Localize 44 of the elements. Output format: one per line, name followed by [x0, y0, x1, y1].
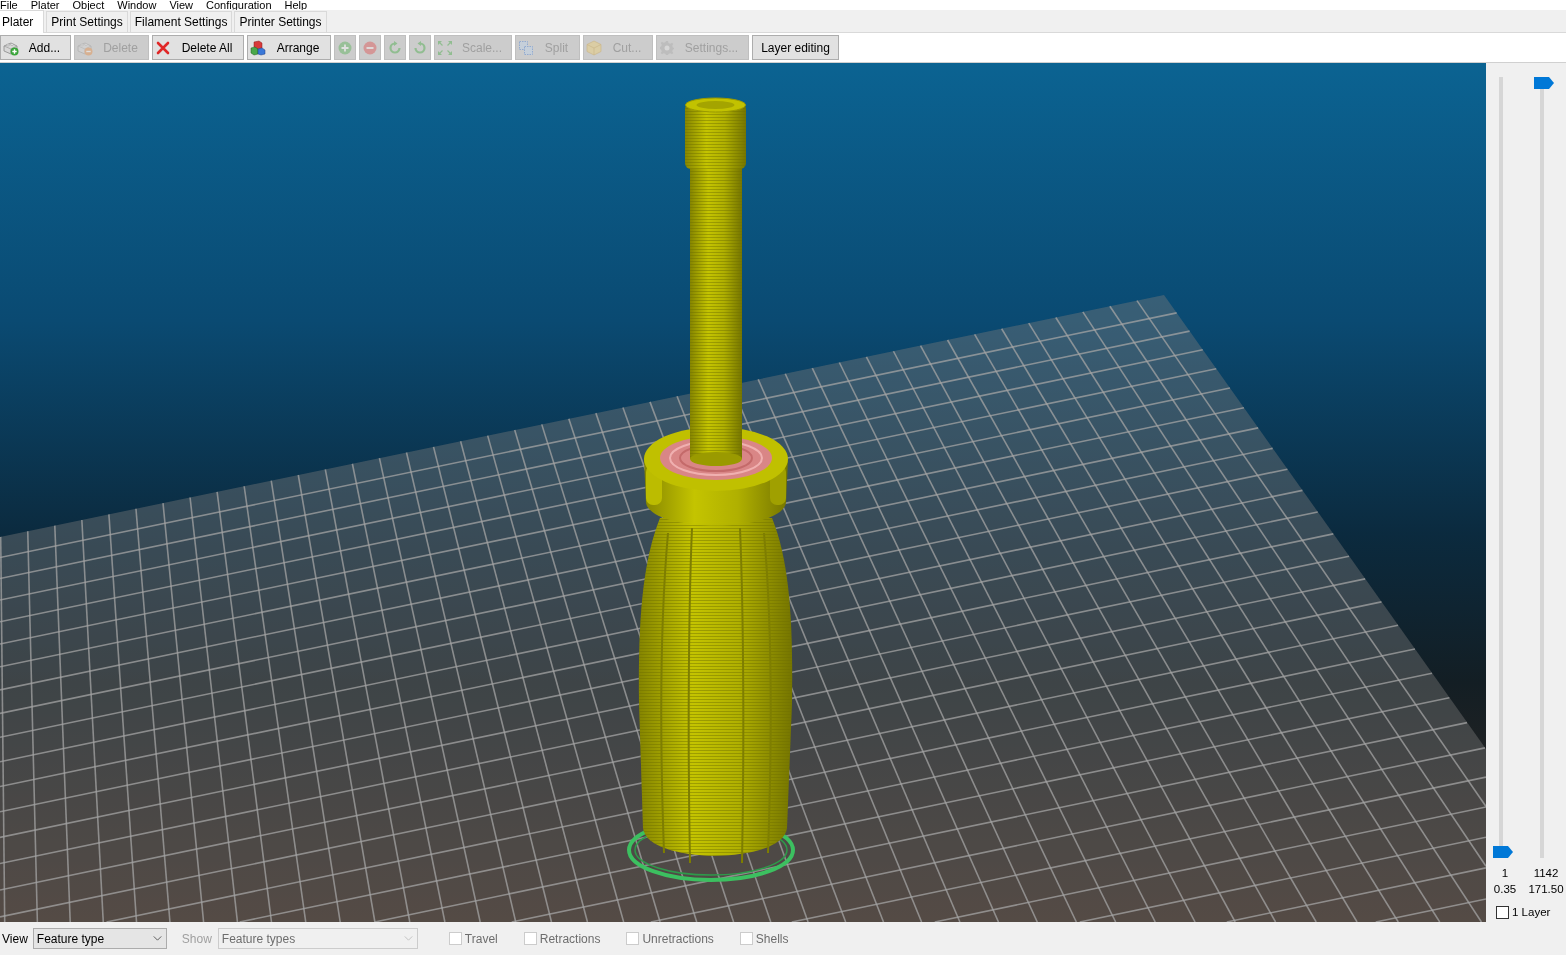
layer-number: 1 [1501, 866, 1509, 881]
view-dropdown[interactable]: Feature type [32, 928, 167, 949]
menu-item[interactable]: Plater [30, 0, 60, 10]
tab[interactable]: Print Settings [46, 11, 128, 32]
checkbox-label: 1 Layer [1512, 905, 1551, 920]
view-label: View [2, 930, 28, 948]
show-label: Show [181, 930, 212, 948]
layer-height: 171.50 [1528, 882, 1564, 897]
tab[interactable]: Printer Settings [234, 11, 327, 32]
settings-icon [659, 39, 675, 56]
3d-viewport[interactable] [0, 63, 1486, 922]
delete-all-button[interactable]: Delete All [152, 35, 244, 60]
chevron-down-icon [152, 936, 162, 941]
counterclockwise-arrow-icon [412, 39, 428, 56]
tab[interactable]: Plater [0, 10, 45, 33]
tab[interactable]: Filament Settings [129, 11, 233, 32]
add-button[interactable]: Add... [0, 35, 71, 60]
minus-circle-icon [362, 39, 378, 56]
cross-icon [155, 39, 171, 56]
checkbox[interactable] [1496, 906, 1509, 920]
menu-item[interactable]: Object [72, 0, 105, 10]
layer-height: 0.35 [1493, 882, 1517, 897]
checkbox-label: Unretractions [642, 930, 714, 948]
screwdriver-model-drawing[interactable] [627, 97, 795, 882]
layer-editing-button[interactable]: Layer editing [752, 35, 839, 60]
layer-number: 1142 [1533, 866, 1559, 881]
menu-item[interactable]: Help [284, 0, 308, 10]
arrange-button[interactable]: Arrange [247, 35, 331, 60]
menu-item[interactable]: View [169, 0, 194, 10]
plus-circle-icon [337, 39, 353, 56]
cubes-icon [250, 39, 266, 56]
menu-item[interactable]: File [0, 0, 18, 10]
checkbox-label: Travel [464, 930, 498, 948]
slider-thumb[interactable] [1493, 846, 1513, 858]
checkbox-label: Retractions [539, 930, 601, 948]
chevron-down-icon [403, 936, 413, 941]
dotted-squares-icon [518, 39, 534, 56]
menu-item[interactable]: Window [117, 0, 157, 10]
cube-icon [586, 39, 602, 56]
checkbox-label: Shells [755, 930, 789, 948]
menu-item[interactable]: Configuration [206, 0, 272, 10]
expand-arrows-icon [437, 39, 453, 56]
clockwise-arrow-icon [387, 39, 403, 56]
slider-thumb[interactable] [1534, 77, 1554, 89]
